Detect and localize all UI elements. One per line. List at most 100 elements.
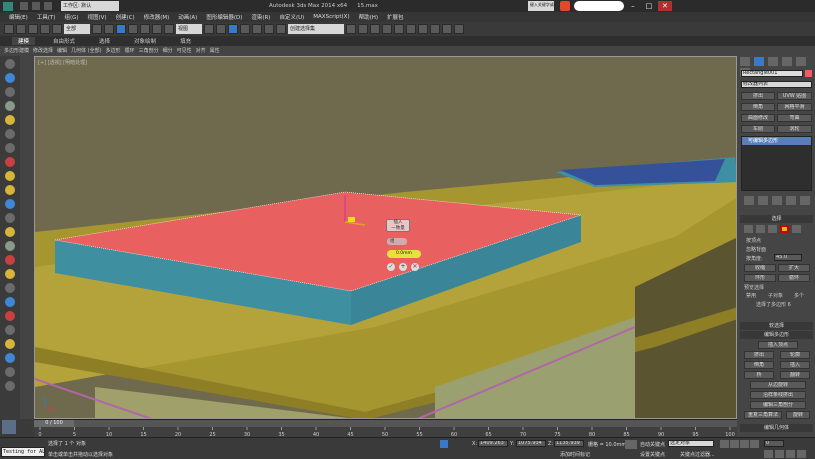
tab-object-paint[interactable]: 对象绘制 — [128, 37, 162, 45]
rotate-icon[interactable] — [152, 24, 162, 34]
schematic-view-icon[interactable] — [406, 24, 416, 34]
redo-icon[interactable] — [16, 24, 26, 34]
extrude-mod-button[interactable]: 挤出 — [741, 92, 775, 100]
spinner-snap-icon[interactable] — [264, 24, 274, 34]
lock-selection-icon[interactable] — [440, 440, 448, 448]
loop-button[interactable]: 循环 — [778, 274, 810, 282]
pin-stack-icon[interactable] — [744, 196, 754, 205]
edit-geometry-header[interactable]: 编辑几何体 — [740, 424, 813, 432]
tool-icon[interactable] — [5, 339, 15, 349]
save-file-icon[interactable] — [43, 1, 53, 11]
edit-triangulation-button[interactable]: 编辑三角剖分 — [750, 401, 806, 409]
menu-rendering[interactable]: 渲染(R) — [251, 13, 270, 21]
menu-create[interactable]: 创建(C) — [116, 13, 135, 21]
bind-space-warp-icon[interactable] — [52, 24, 62, 34]
orbit-icon[interactable] — [797, 450, 806, 458]
element-level-icon[interactable] — [792, 225, 801, 233]
caddy-cancel-icon[interactable]: ✕ — [411, 263, 419, 271]
angle-snap-icon[interactable] — [240, 24, 250, 34]
tool-icon[interactable] — [5, 73, 15, 83]
object-color-swatch[interactable] — [805, 70, 812, 77]
grow-button[interactable]: 扩大 — [778, 264, 810, 272]
curve-editor-icon[interactable] — [394, 24, 404, 34]
percent-snap-icon[interactable] — [252, 24, 262, 34]
tab-populate[interactable]: 填充 — [174, 37, 197, 45]
render-setup-icon[interactable] — [430, 24, 440, 34]
panel-modify-selection[interactable]: 修改选择 — [33, 47, 53, 54]
configure-sets-icon[interactable] — [799, 196, 810, 205]
maximize-icon[interactable]: □ — [642, 1, 656, 11]
border-level-icon[interactable] — [768, 225, 777, 233]
polygon-level-icon[interactable] — [780, 225, 789, 233]
tool-icon[interactable] — [5, 381, 15, 391]
mini-curve-editor-icon[interactable] — [2, 420, 16, 434]
remove-modifier-icon[interactable] — [785, 196, 796, 205]
turbosmooth-button[interactable]: 涡轮 — [777, 125, 812, 133]
tool-icon[interactable] — [5, 325, 15, 335]
outline-button[interactable]: 轮廓 — [780, 351, 810, 359]
play-icon[interactable] — [740, 440, 749, 448]
named-selection-dropdown[interactable]: 创建选择集 — [288, 24, 344, 34]
panel-visibility[interactable]: 可见性 — [177, 47, 192, 54]
material-editor-icon[interactable] — [418, 24, 428, 34]
bridge-button[interactable]: 桥 — [744, 371, 774, 379]
reference-coord-dropdown[interactable]: 视图 — [176, 24, 202, 34]
menu-graph-editors[interactable]: 图形编辑器(D) — [206, 13, 242, 21]
rect-selection-icon[interactable] — [116, 24, 126, 34]
ignore-backfacing-checkbox[interactable]: 忽略背面 — [746, 246, 766, 253]
auto-key-button[interactable]: 自动关键点 — [640, 441, 665, 448]
soft-selection-header[interactable]: 软选择 — [740, 322, 813, 330]
zoom-icon[interactable] — [764, 450, 773, 458]
open-file-icon[interactable] — [31, 1, 41, 11]
unlink-icon[interactable] — [40, 24, 50, 34]
motion-tab-icon[interactable] — [781, 57, 792, 66]
tool-icon[interactable] — [5, 283, 15, 293]
tool-icon[interactable] — [5, 353, 15, 363]
next-frame-icon[interactable] — [750, 440, 759, 448]
angle-value-field[interactable]: 45.0 — [774, 254, 802, 261]
tool-icon[interactable] — [5, 157, 15, 167]
snap-toggle-icon[interactable] — [228, 24, 238, 34]
panel-subdivision[interactable]: 细分 — [163, 47, 173, 54]
app-logo-icon[interactable] — [3, 1, 13, 11]
add-time-tag[interactable]: 添加时间标记 — [560, 451, 590, 458]
tool-icon[interactable] — [5, 213, 15, 223]
ring-button[interactable]: 环形 — [744, 274, 776, 282]
create-tab-icon[interactable] — [740, 57, 750, 66]
menu-animation[interactable]: 动画(A) — [178, 13, 197, 21]
panel-geometry-all[interactable]: 几何体 (全部) — [71, 47, 102, 54]
track-bar[interactable]: 0 5 10 15 20 25 30 35 40 45 50 55 60 65 70 75 80 85 90 95 10… — [34, 427, 737, 437]
key-filters-button[interactable]: 关键点过滤器... — [680, 451, 715, 458]
zoom-all-icon[interactable] — [775, 450, 784, 458]
modify-tab-icon[interactable] — [753, 57, 764, 66]
z-coordinate-field[interactable]: 1135.939 — [554, 440, 584, 447]
preview-multi-radio[interactable]: 多个 — [794, 292, 804, 299]
preview-subobject-radio[interactable]: 子对象 — [768, 292, 783, 299]
extrude-button[interactable]: 挤出 — [744, 351, 774, 359]
tool-icon[interactable] — [5, 59, 15, 69]
edit-named-selection-icon[interactable] — [276, 24, 286, 34]
ime-toolbar[interactable] — [573, 1, 624, 11]
tool-icon[interactable] — [5, 143, 15, 153]
show-end-result-icon[interactable] — [757, 196, 768, 205]
tab-freeform[interactable]: 自由形式 — [47, 37, 81, 45]
modifier-list-dropdown[interactable]: 修改器列表 — [741, 81, 812, 88]
panel-properties[interactable]: 属性 — [210, 47, 220, 54]
pivot-icon[interactable] — [204, 24, 214, 34]
shrink-button[interactable]: 收缩 — [744, 264, 776, 272]
by-angle-checkbox[interactable]: 按角度: — [746, 255, 763, 262]
object-name-field[interactable]: Rectangle001 — [741, 70, 803, 77]
flip-button[interactable]: 翻转 — [780, 371, 810, 379]
tool-icon[interactable] — [5, 269, 15, 279]
inset-button[interactable]: 插入 — [780, 361, 810, 369]
menu-customize[interactable]: 自定义(U) — [279, 13, 304, 21]
selected-set-dropdown[interactable]: 选定对象 — [668, 440, 714, 447]
select-manipulate-icon[interactable] — [216, 24, 226, 34]
surface-mod-button[interactable]: 曲面修改 — [741, 114, 775, 122]
workspace-dropdown[interactable]: 工作区: 默认 — [61, 1, 119, 11]
by-vertex-checkbox[interactable]: 按顶点 — [746, 237, 761, 244]
window-crossing-icon[interactable] — [128, 24, 138, 34]
panel-tris[interactable]: 三角剖分 — [139, 47, 159, 54]
display-tab-icon[interactable] — [795, 57, 806, 66]
menu-extension[interactable]: 扩展包 — [387, 13, 404, 21]
